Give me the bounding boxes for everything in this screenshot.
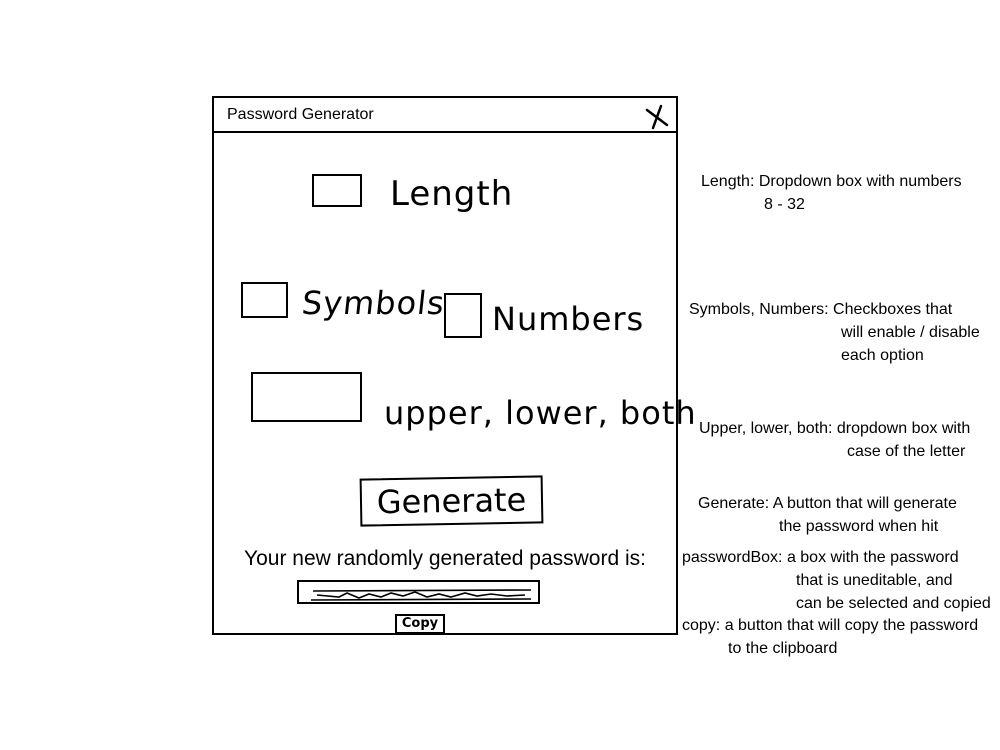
annotation-case: Upper, lower, both: dropdown box with ca… bbox=[699, 417, 970, 463]
symbols-checkbox[interactable] bbox=[241, 282, 288, 318]
annotation-line: will enable / disable bbox=[841, 324, 980, 341]
annotation-line: passwordBox: a box with the password bbox=[682, 549, 959, 566]
length-dropdown[interactable] bbox=[312, 174, 362, 207]
annotation-line: Symbols, Numbers: Checkboxes that bbox=[689, 301, 953, 318]
symbols-label: Symbols bbox=[300, 284, 447, 322]
case-label: upper, lower, both bbox=[384, 394, 697, 432]
annotation-line: can be selected and copied bbox=[796, 595, 991, 612]
annotation-line: the password when hit bbox=[779, 518, 939, 535]
copy-button[interactable]: Copy bbox=[395, 614, 445, 634]
annotation-symbols-numbers: Symbols, Numbers: Checkboxes that will e… bbox=[689, 298, 980, 367]
length-label: Length bbox=[390, 174, 514, 214]
annotation-line: Length: Dropdown box with numbers bbox=[701, 173, 962, 190]
result-label: Your new randomly generated password is: bbox=[244, 547, 646, 570]
annotation-line: case of the letter bbox=[847, 443, 966, 460]
annotation-line: copy: a button that will copy the passwo… bbox=[682, 617, 979, 634]
generate-button[interactable]: Generate bbox=[359, 475, 544, 527]
annotation-line: Generate: A button that will generate bbox=[698, 495, 957, 512]
numbers-checkbox[interactable] bbox=[444, 293, 482, 338]
annotation-line: to the clipboard bbox=[728, 640, 838, 657]
case-dropdown[interactable] bbox=[251, 372, 362, 422]
annotation-line: each option bbox=[841, 347, 924, 364]
annotation-line: Upper, lower, both: dropdown box with bbox=[699, 420, 971, 437]
window-title: Password Generator bbox=[227, 106, 374, 123]
annotation-length: Length: Dropdown box with numbers 8 - 32 bbox=[701, 170, 962, 216]
annotation-generate: Generate: A button that will generate th… bbox=[698, 492, 957, 538]
password-scribble bbox=[310, 589, 532, 601]
annotation-line: 8 - 32 bbox=[764, 196, 805, 213]
title-bar: Password Generator bbox=[214, 98, 676, 133]
numbers-label: Numbers bbox=[492, 300, 645, 338]
annotation-password-box: passwordBox: a box with the password tha… bbox=[682, 546, 991, 615]
password-box[interactable] bbox=[297, 580, 540, 604]
close-button[interactable] bbox=[644, 104, 670, 130]
close-icon bbox=[645, 104, 669, 130]
password-generator-window: Password Generator Length Symbols Number… bbox=[212, 96, 696, 635]
annotation-copy: copy: a button that will copy the passwo… bbox=[682, 614, 978, 660]
annotation-line: that is uneditable, and bbox=[796, 572, 953, 589]
